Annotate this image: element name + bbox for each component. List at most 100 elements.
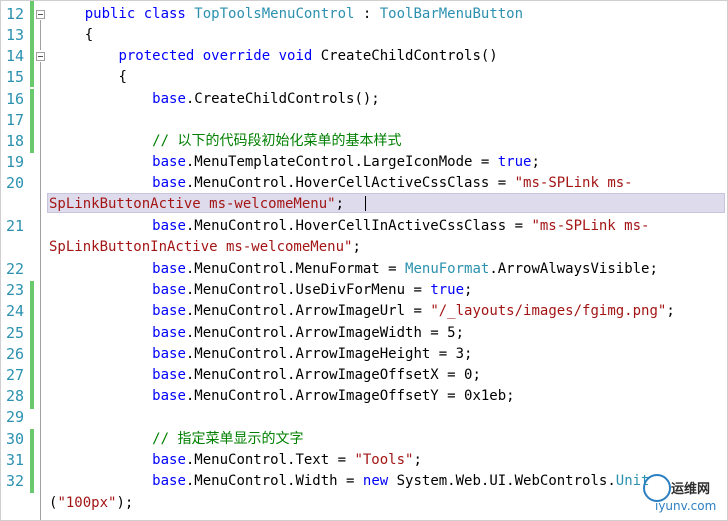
code-token: .ArrowAlwaysVisible; <box>489 261 658 277</box>
code-line[interactable]: 32 base.MenuControl.Width = new System.W… <box>1 471 727 492</box>
code-line-wrapped[interactable]: SpLinkButtonActive ms-welcomeMenu"; <box>1 194 727 215</box>
code-token: ; <box>464 282 473 298</box>
code-line[interactable]: 25 base.MenuControl.ArrowImageWidth = 5; <box>1 323 727 344</box>
code-line[interactable]: 24 base.MenuControl.ArrowImageUrl = "/_l… <box>1 301 727 322</box>
code-token: { <box>84 27 94 43</box>
line-number: 27 <box>5 366 24 384</box>
keyword: base <box>152 303 186 319</box>
code-token: .MenuControl.ArrowImageHeight = 3; <box>185 346 473 362</box>
code-line[interactable]: 19 base.MenuTemplateControl.LargeIconMod… <box>1 152 727 173</box>
code-line[interactable]: 22 base.MenuControl.MenuFormat = MenuFor… <box>1 259 727 280</box>
keyword: protected override void <box>118 48 321 64</box>
line-number: 18 <box>5 132 24 150</box>
code-token: .MenuControl.ArrowImageUrl = <box>185 303 431 319</box>
code-text: base.MenuControl.ArrowImageWidth = 5; <box>51 323 464 344</box>
code-line[interactable]: 12 public class TopToolsMenuControl : To… <box>1 4 727 25</box>
type-name: ToolBarMenuButton <box>379 6 524 22</box>
keyword: base <box>152 175 186 191</box>
line-number: 20 <box>5 174 24 192</box>
code-token: ); <box>116 495 134 511</box>
code-text: base.MenuControl.Text = "Tools"; <box>51 450 422 471</box>
line-number: 16 <box>5 90 24 108</box>
code-line[interactable]: 13 { <box>1 25 727 46</box>
code-text: base.CreateChildControls(); <box>51 89 380 110</box>
code-line[interactable]: 15 { <box>1 67 727 88</box>
line-number: 31 <box>5 451 24 469</box>
string-literal: "/_layouts/images/fgimg.png" <box>430 303 667 319</box>
line-number: 23 <box>5 281 24 299</box>
line-number: 13 <box>5 26 24 44</box>
line-number: 30 <box>5 430 24 448</box>
code-token: .MenuControl.Width = <box>185 473 363 489</box>
code-line[interactable]: 18 // 以下的代码段初始化菜单的基本样式 <box>1 131 727 152</box>
code-line-wrapped[interactable]: SpLinkButtonInActive ms-welcomeMenu"; <box>1 237 727 258</box>
line-number: 17 <box>5 111 24 129</box>
code-line[interactable]: 27 base.MenuControl.ArrowImageOffsetX = … <box>1 365 727 386</box>
code-token: .MenuControl.ArrowImageWidth = 5; <box>185 325 465 341</box>
code-token: CreateChildControls() <box>320 48 498 64</box>
code-token: .MenuTemplateControl.LargeIconMode = <box>185 154 498 170</box>
code-token: ; <box>413 452 422 468</box>
code-token: ; <box>335 196 345 212</box>
keyword: public class <box>84 6 195 22</box>
type-name: TopToolsMenuControl <box>194 6 355 22</box>
code-text: base.MenuControl.ArrowImageHeight = 3; <box>51 344 472 365</box>
keyword: base <box>152 367 186 383</box>
code-text: SpLinkButtonInActive ms-welcomeMenu"; <box>49 237 361 258</box>
code-editor[interactable]: 12 public class TopToolsMenuControl : To… <box>0 0 728 521</box>
string-literal: SpLinkButtonActive ms-welcomeMenu" <box>49 196 336 212</box>
code-text: base.MenuControl.HoverCellInActiveCssCla… <box>51 216 649 237</box>
string-literal: "Tools" <box>354 452 414 468</box>
code-line[interactable]: 30 // 指定菜单显示的文字 <box>1 429 727 450</box>
line-number: 29 <box>5 408 24 426</box>
code-token: .MenuControl.HoverCellActiveCssClass = <box>185 175 515 191</box>
keyword: base <box>152 154 186 170</box>
code-line[interactable]: 31 base.MenuControl.Text = "Tools"; <box>1 450 727 471</box>
code-text: base.MenuControl.MenuFormat = MenuFormat… <box>51 259 658 280</box>
code-line[interactable]: 16 base.CreateChildControls(); <box>1 89 727 110</box>
code-line[interactable]: 20 base.MenuControl.HoverCellActiveCssCl… <box>1 173 727 194</box>
code-token: .MenuControl.HoverCellInActiveCssClass = <box>185 218 532 234</box>
code-line[interactable]: 21 base.MenuControl.HoverCellInActiveCss… <box>1 216 727 237</box>
code-line-wrapped[interactable]: ("100px"); <box>1 493 727 514</box>
string-literal: "ms-SPLink ms- <box>531 218 650 234</box>
string-literal: SpLinkButtonInActive ms-welcomeMenu" <box>49 239 353 255</box>
code-token: ; <box>531 154 540 170</box>
keyword: new <box>362 473 397 489</box>
code-line[interactable]: 14 protected override void CreateChildCo… <box>1 46 727 67</box>
keyword: base <box>152 346 186 362</box>
string-literal: "ms-SPLink ms- <box>514 175 633 191</box>
code-line[interactable]: 17 <box>1 110 727 131</box>
code-comment: // 以下的代码段初始化菜单的基本样式 <box>152 133 402 149</box>
code-text: public class TopToolsMenuControl : ToolB… <box>51 4 523 25</box>
line-number: 32 <box>5 472 24 490</box>
code-text: base.MenuControl.ArrowImageUrl = "/_layo… <box>51 301 675 322</box>
code-line[interactable]: 26 base.MenuControl.ArrowImageHeight = 3… <box>1 344 727 365</box>
keyword: base <box>152 261 186 277</box>
code-text: ("100px"); <box>49 493 133 514</box>
code-line[interactable]: 28 base.MenuControl.ArrowImageOffsetY = … <box>1 386 727 407</box>
keyword: base <box>152 473 186 489</box>
line-number: 21 <box>5 217 24 235</box>
code-token: ; <box>666 303 675 319</box>
code-line[interactable]: 29 <box>1 407 727 428</box>
code-text: base.MenuControl.ArrowImageOffsetY = 0x1… <box>51 386 514 407</box>
code-token: { <box>118 69 127 85</box>
code-line[interactable]: 23 base.MenuControl.UseDivForMenu = true… <box>1 280 727 301</box>
watermark-url: iyunv.com <box>655 499 717 513</box>
code-text: base.MenuControl.UseDivForMenu = true; <box>51 280 472 301</box>
code-token: .MenuControl.Text = <box>185 452 355 468</box>
code-token: .CreateChildControls(); <box>185 91 380 107</box>
watermark-logo-icon <box>643 474 671 502</box>
code-text: base.MenuControl.Width = new System.Web.… <box>51 471 649 492</box>
